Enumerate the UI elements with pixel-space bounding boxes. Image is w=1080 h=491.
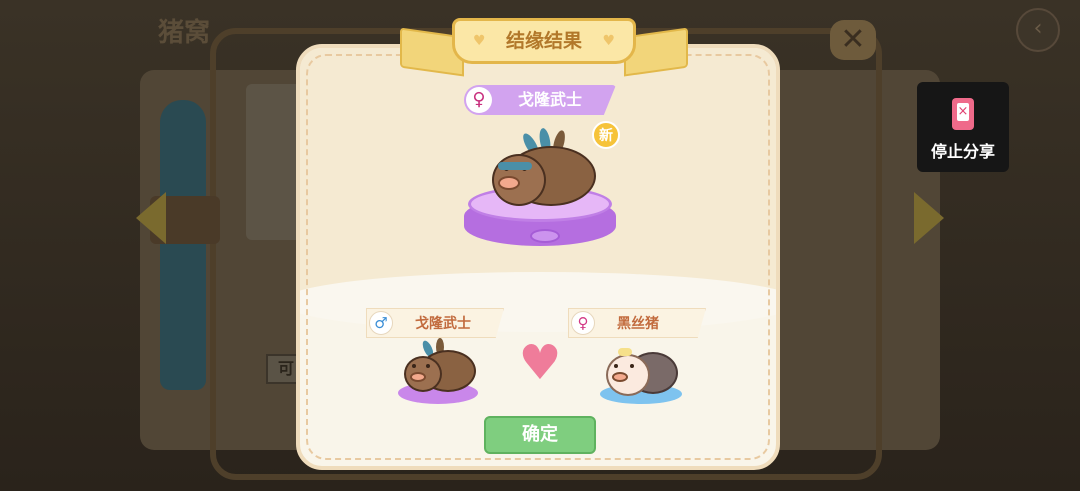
parent-name: 戈隆武士 [415,316,471,332]
parent-name: 黑丝猪 [617,316,659,332]
pig-snout [410,372,426,382]
stop-share-button[interactable]: 停止分享 [917,82,1009,172]
result-pig-figure [486,127,596,212]
back-icon[interactable]: ‹ [1016,8,1060,52]
heart-icon: ♥ [518,335,562,391]
new-badge: 新 [592,121,620,149]
pig-snout [498,176,520,190]
title-ribbon: ♥ 结缘结果 ♥ [400,18,688,77]
phone-stop-icon [952,98,974,130]
heart-small-icon: ♥ [473,33,486,49]
parent-pig-figure-1 [400,338,480,396]
ribbon-banner: ♥ 结缘结果 ♥ [452,18,636,64]
parent-tag-male: ♂ 戈隆武士 [366,308,504,338]
pig-eye [614,364,618,368]
close-icon[interactable]: ✕ [830,20,876,60]
next-arrow-icon[interactable] [914,192,944,244]
pig-eye [426,364,430,368]
heart-small-icon: ♥ [602,33,615,49]
male-icon: ♂ [369,311,393,335]
parent-pig-figure-2 [604,348,684,396]
pig-eye [630,364,634,368]
female-icon: ♀ [571,311,595,335]
prev-arrow-icon[interactable] [136,192,166,244]
pen-decoration [160,100,206,390]
pig-snout [612,372,628,382]
result-name-tag: ♀ 戈隆武士 [464,85,616,115]
dialog-title: 结缘结果 [505,30,582,52]
stop-share-label: 停止分享 [930,142,995,161]
result-name: 戈隆武士 [518,90,583,109]
confirm-button[interactable]: 确定 [484,416,596,454]
background-title: 猪窝 [158,18,211,48]
parent-tag-female: ♀ 黑丝猪 [568,308,706,338]
pedestal-snout-icon [530,229,560,243]
female-icon: ♀ [466,87,492,113]
pig-bow [618,348,632,356]
pig-face-paint [498,162,532,170]
pig-eye [412,364,416,368]
